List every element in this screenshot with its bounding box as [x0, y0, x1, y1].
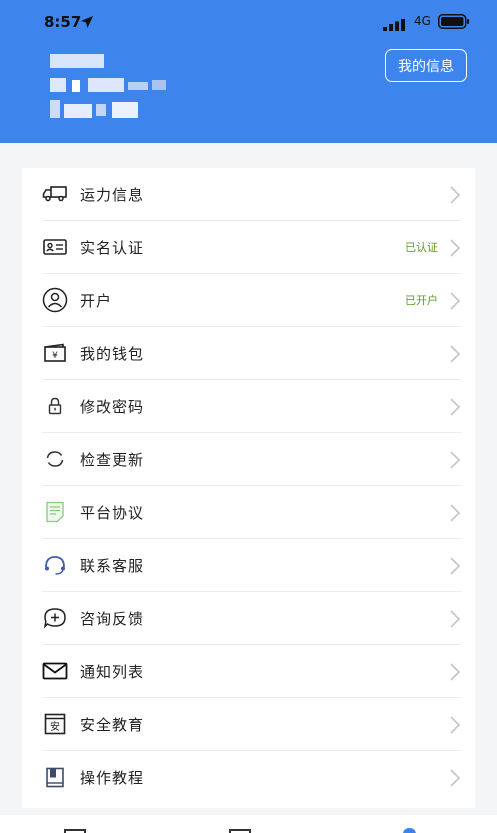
headset-icon — [42, 552, 68, 578]
menu-item-capacity[interactable]: 运力信息 — [42, 168, 461, 221]
menu-item-feedback[interactable]: 咨询反馈 — [42, 592, 461, 645]
menu-item-label: 我的钱包 — [80, 344, 145, 363]
id-card-icon — [42, 234, 68, 260]
chevron-right-icon — [449, 715, 461, 739]
location-arrow-icon — [80, 14, 94, 33]
tab-profile-icon[interactable] — [403, 828, 416, 833]
chevron-right-icon — [449, 397, 461, 421]
chevron-right-icon — [449, 503, 461, 527]
svg-text:¥: ¥ — [52, 351, 58, 361]
chevron-right-icon — [449, 291, 461, 315]
user-circle-icon — [42, 287, 68, 313]
tutorial-book-icon — [42, 765, 68, 791]
menu-item-label: 咨询反馈 — [80, 609, 145, 628]
chevron-right-icon — [449, 344, 461, 368]
network-type: 4G — [414, 14, 431, 28]
chevron-right-icon — [449, 662, 461, 686]
menu-item-check-update[interactable]: 检查更新 — [42, 433, 461, 486]
my-info-button[interactable]: 我的信息 — [385, 49, 467, 82]
menu-item-label: 通知列表 — [80, 662, 145, 681]
menu-item-label: 安全教育 — [80, 715, 145, 734]
refresh-icon — [42, 446, 68, 472]
chevron-right-icon — [449, 609, 461, 633]
chevron-right-icon — [449, 238, 461, 262]
battery-icon — [438, 14, 470, 33]
tab-orders-icon[interactable] — [229, 829, 251, 833]
menu-item-verification[interactable]: 实名认证 已认证 — [42, 221, 461, 274]
account-opened-status: 已开户 — [405, 294, 438, 307]
menu-item-safety-education[interactable]: 安 安全教育 — [42, 698, 461, 751]
cellular-signal-icon — [383, 16, 407, 35]
profile-header: 8:57 4G 我的信息 — [0, 0, 497, 143]
menu-item-platform-agreement[interactable]: 平台协议 — [42, 486, 461, 539]
menu-item-account-opening[interactable]: 开户 已开户 — [42, 274, 461, 327]
mail-icon — [42, 658, 68, 684]
chevron-right-icon — [449, 768, 461, 792]
menu-item-label: 检查更新 — [80, 450, 145, 469]
menu-item-change-password[interactable]: 修改密码 — [42, 380, 461, 433]
chevron-right-icon — [449, 450, 461, 474]
status-time: 8:57 — [44, 13, 82, 31]
safety-book-icon: 安 — [42, 711, 68, 737]
menu-item-notifications[interactable]: 通知列表 — [42, 645, 461, 698]
menu-item-label: 实名认证 — [80, 238, 145, 257]
svg-text:安: 安 — [50, 720, 60, 733]
menu-item-tutorial[interactable]: 操作教程 — [42, 751, 461, 804]
menu-item-label: 平台协议 — [80, 503, 145, 522]
menu-item-label: 联系客服 — [80, 556, 145, 575]
tab-home-icon[interactable] — [64, 829, 86, 833]
menu-item-label: 运力信息 — [80, 185, 145, 204]
menu-item-label: 操作教程 — [80, 769, 145, 787]
wallet-icon: ¥ — [42, 340, 68, 366]
menu-item-label: 修改密码 — [80, 397, 145, 416]
chat-plus-icon — [42, 605, 68, 631]
status-bar: 8:57 4G — [0, 0, 497, 44]
menu-item-customer-service[interactable]: 联系客服 — [42, 539, 461, 592]
truck-icon — [42, 181, 68, 207]
chevron-right-icon — [449, 556, 461, 580]
lock-icon — [42, 393, 68, 419]
menu-item-wallet[interactable]: ¥ 我的钱包 — [42, 327, 461, 380]
menu-item-label: 开户 — [80, 291, 113, 310]
document-icon — [42, 499, 68, 525]
menu-card: 运力信息 实名认证 已认证 开户 已开户 ¥ 我的钱包 修改密码 检查更新 平台… — [22, 168, 475, 808]
bottom-tab-bar — [0, 815, 497, 833]
verified-status: 已认证 — [405, 241, 438, 254]
chevron-right-icon — [449, 185, 461, 209]
